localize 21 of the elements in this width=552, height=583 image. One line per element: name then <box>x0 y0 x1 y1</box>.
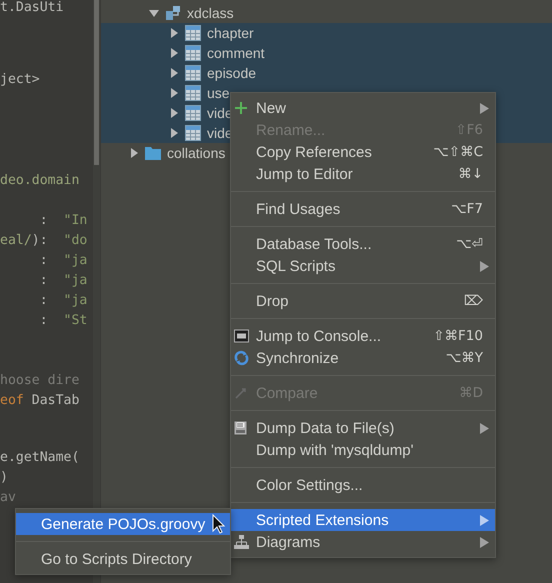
code-line: : "ja <box>38 292 88 310</box>
code-line: t.DasUti <box>0 0 65 17</box>
code-line: hoose dire <box>0 372 80 390</box>
code-line: : "ja <box>38 252 88 270</box>
code-line: : "ja <box>38 272 88 290</box>
shortcut: ⌥F7 <box>451 201 483 217</box>
code-line: eof DasTab <box>0 392 80 410</box>
code-line: deo.domain <box>0 172 80 190</box>
code-line: : "In <box>38 212 88 230</box>
code-line: av <box>0 489 17 507</box>
shortcut: ⇧⌘F10 <box>433 328 483 344</box>
shortcut: ⌥⏎ <box>456 236 483 252</box>
shortcut: ⌥⇧⌘C <box>433 144 483 160</box>
code-line: e.getName( <box>0 449 80 467</box>
code-line: ject> <box>0 71 41 89</box>
code-line: eal/): "do <box>0 232 88 250</box>
code-line: ) <box>0 469 9 487</box>
shortcut: ⌥⌘Y <box>446 350 483 366</box>
shortcut: ⌦ <box>464 293 483 309</box>
code-line: : "St <box>38 312 88 330</box>
shortcut: ⌘↓ <box>458 166 483 182</box>
